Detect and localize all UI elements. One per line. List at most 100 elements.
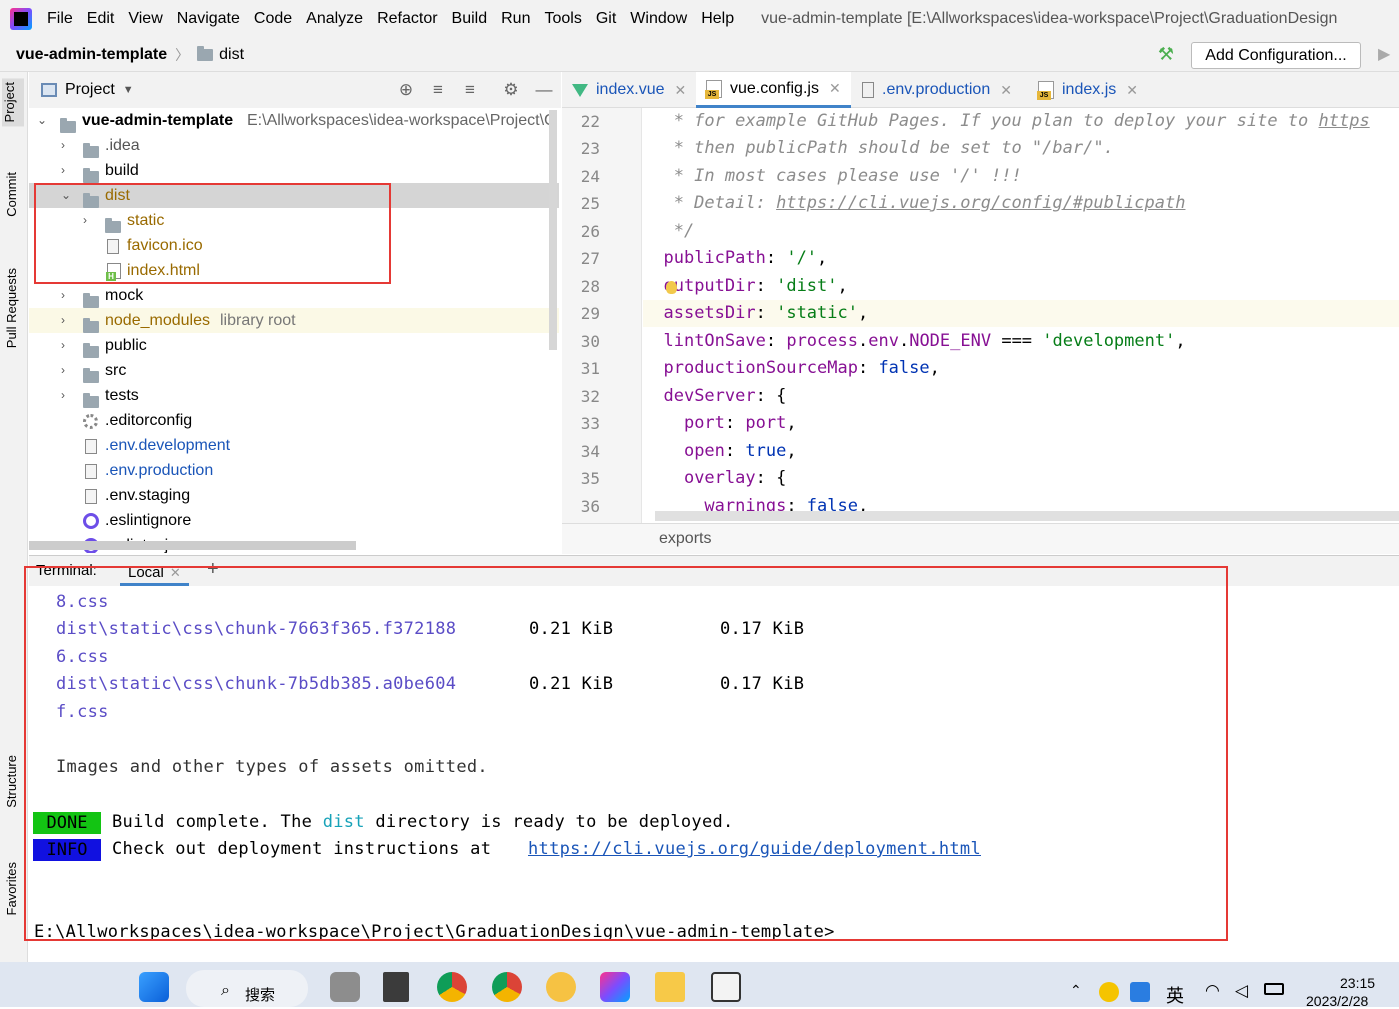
tree-item-src[interactable]: › src bbox=[29, 358, 559, 383]
menu-window[interactable]: Window bbox=[623, 10, 694, 28]
breadcrumb-project[interactable]: vue-admin-template bbox=[16, 46, 167, 64]
tab-commit[interactable]: Commit bbox=[4, 172, 19, 217]
close-icon[interactable]: ✕ bbox=[1000, 82, 1012, 99]
chevron-right-icon[interactable]: › bbox=[61, 158, 73, 183]
line-number: 32 bbox=[580, 387, 600, 406]
task-view-icon[interactable] bbox=[330, 972, 360, 1002]
tab-pull-requests[interactable]: Pull Requests bbox=[4, 268, 19, 348]
tree-vertical-scrollbar[interactable] bbox=[549, 110, 557, 350]
tab-project[interactable]: Project bbox=[2, 78, 24, 127]
menu-bar: File Edit View Navigate Code Analyze Ref… bbox=[0, 0, 1399, 38]
lightbulb-icon[interactable] bbox=[666, 281, 677, 294]
navicat-icon[interactable] bbox=[546, 972, 576, 1002]
tree-item-node-modules[interactable]: › node_modules library root bbox=[29, 308, 559, 333]
collapse-all-icon[interactable]: ≡ bbox=[460, 80, 480, 100]
typora-icon[interactable] bbox=[711, 972, 741, 1002]
tab-env-production[interactable]: .env.production ✕ bbox=[852, 72, 1022, 108]
hide-panel-icon[interactable]: — bbox=[534, 80, 554, 100]
chevron-right-icon[interactable]: › bbox=[61, 383, 73, 408]
editor-horizontal-scrollbar[interactable] bbox=[655, 511, 1399, 521]
tray-app-icon[interactable] bbox=[1099, 982, 1119, 1002]
tab-structure[interactable]: Structure bbox=[4, 755, 19, 808]
app-icon[interactable] bbox=[383, 972, 409, 1002]
close-icon[interactable]: ✕ bbox=[829, 80, 841, 97]
ime-indicator[interactable]: 英 bbox=[1166, 982, 1184, 1008]
search-icon: ⌕ bbox=[221, 982, 230, 999]
chrome-icon[interactable] bbox=[437, 972, 467, 1002]
breadcrumb-folder[interactable]: dist bbox=[219, 46, 244, 64]
tab-index-vue[interactable]: index.vue ✕ bbox=[562, 72, 696, 108]
text-file-icon bbox=[862, 82, 874, 98]
battery-icon[interactable] bbox=[1264, 983, 1284, 995]
menu-help[interactable]: Help bbox=[694, 10, 741, 28]
tree-item-eslintignore[interactable]: .eslintignore bbox=[29, 508, 559, 533]
tree-item-tests[interactable]: › tests bbox=[29, 383, 559, 408]
tab-index-js[interactable]: index.js ✕ bbox=[1028, 72, 1148, 108]
editor-breadcrumb[interactable]: exports bbox=[659, 530, 711, 548]
tree-item-env-staging[interactable]: .env.staging bbox=[29, 483, 559, 508]
windows-start-icon[interactable] bbox=[139, 972, 169, 1002]
tree-item-editorconfig[interactable]: .editorconfig bbox=[29, 408, 559, 433]
tab-vue-config-js[interactable]: vue.config.js ✕ bbox=[696, 72, 851, 108]
gear-icon[interactable]: ⚙ bbox=[501, 80, 521, 100]
tree-root-path: E:\Allworkspaces\idea-workspace\Project\… bbox=[247, 112, 557, 129]
taskbar-search-label: 搜索 bbox=[245, 987, 276, 1004]
clock-time[interactable]: 23:15 bbox=[1340, 975, 1375, 991]
tree-item-mock[interactable]: › mock bbox=[29, 283, 559, 308]
chevron-right-icon[interactable]: › bbox=[61, 358, 73, 383]
menu-git[interactable]: Git bbox=[589, 10, 623, 28]
tab-label: vue.config.js bbox=[730, 79, 819, 97]
chevron-down-icon[interactable]: ▼ bbox=[123, 84, 134, 96]
chevron-right-icon[interactable]: › bbox=[61, 133, 73, 158]
menu-tools[interactable]: Tools bbox=[537, 10, 588, 28]
vue-file-icon bbox=[572, 83, 588, 97]
add-configuration-button[interactable]: Add Configuration... bbox=[1191, 42, 1361, 69]
menu-analyze[interactable]: Analyze bbox=[299, 10, 370, 28]
tree-item-env-production[interactable]: .env.production bbox=[29, 458, 559, 483]
menu-view[interactable]: View bbox=[121, 10, 169, 28]
tray-app-icon[interactable] bbox=[1130, 982, 1150, 1002]
file-explorer-icon[interactable] bbox=[655, 972, 685, 1002]
tree-root[interactable]: ⌄ vue-admin-template E:\Allworkspaces\id… bbox=[29, 108, 559, 133]
volume-icon[interactable]: ◁ bbox=[1235, 981, 1248, 1001]
menu-refactor[interactable]: Refactor bbox=[370, 10, 444, 28]
code-line: */ bbox=[643, 221, 695, 241]
menu-edit[interactable]: Edit bbox=[80, 10, 122, 28]
menu-build[interactable]: Build bbox=[445, 10, 495, 28]
menu-navigate[interactable]: Navigate bbox=[170, 10, 247, 28]
code-line: * for example GitHub Pages. If you plan … bbox=[643, 111, 1370, 131]
chevron-right-icon[interactable]: › bbox=[61, 308, 73, 333]
wifi-icon[interactable]: ◠ bbox=[1205, 981, 1220, 1001]
tree-item-env-development[interactable]: .env.development bbox=[29, 433, 559, 458]
line-number: 33 bbox=[580, 414, 600, 433]
locate-file-icon[interactable]: ⊕ bbox=[396, 80, 416, 100]
chevron-right-icon[interactable]: › bbox=[61, 333, 73, 358]
code-line: lintOnSave: process.env.NODE_ENV === 'de… bbox=[663, 331, 1186, 351]
close-icon[interactable]: ✕ bbox=[675, 82, 687, 99]
menu-run[interactable]: Run bbox=[494, 10, 537, 28]
tree-item-public[interactable]: › public bbox=[29, 333, 559, 358]
chevron-down-icon[interactable]: ⌄ bbox=[37, 108, 49, 133]
line-number: 22 bbox=[580, 112, 600, 131]
run-icon[interactable]: ▶ bbox=[1378, 44, 1390, 64]
tab-favorites[interactable]: Favorites bbox=[4, 862, 19, 915]
tree-item-idea[interactable]: › .idea bbox=[29, 133, 559, 158]
menu-file[interactable]: File bbox=[40, 10, 80, 28]
eslint-icon bbox=[83, 513, 99, 529]
chevron-right-icon[interactable]: › bbox=[61, 283, 73, 308]
intellij-icon[interactable] bbox=[600, 972, 630, 1002]
gear-icon bbox=[83, 414, 98, 429]
chrome-icon[interactable] bbox=[492, 972, 522, 1002]
build-hammer-icon[interactable]: ⚒ bbox=[1155, 44, 1177, 66]
tree-horizontal-scrollbar[interactable] bbox=[29, 541, 356, 550]
highlight-box-dist bbox=[34, 183, 391, 284]
close-icon[interactable]: ✕ bbox=[1126, 82, 1138, 99]
tree-item-build[interactable]: › build bbox=[29, 158, 559, 183]
project-panel-title[interactable]: Project bbox=[65, 81, 115, 99]
chevron-up-icon[interactable]: ⌃ bbox=[1070, 982, 1082, 999]
breadcrumb-separator-icon: 〉 bbox=[175, 46, 190, 63]
expand-all-icon[interactable]: ≡ bbox=[428, 80, 448, 100]
tree-item-label: build bbox=[105, 162, 139, 179]
menu-code[interactable]: Code bbox=[247, 10, 299, 28]
code-editor[interactable]: * for example GitHub Pages. If you plan … bbox=[643, 108, 1399, 523]
